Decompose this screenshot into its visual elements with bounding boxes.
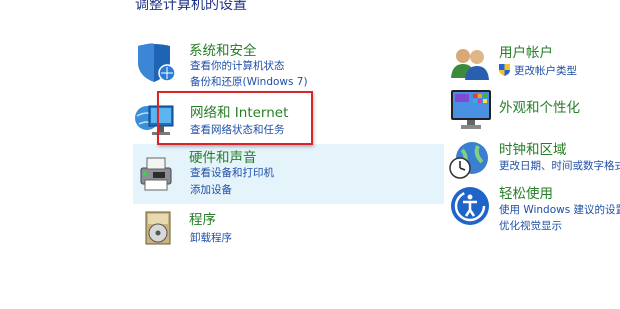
uac-shield-icon [499, 64, 510, 76]
page-title: 调整计算机的设置 [135, 0, 247, 13]
printer-icon [135, 152, 179, 196]
appearance-icon [449, 88, 493, 132]
users-icon [448, 42, 492, 86]
user-accounts-link-label: 更改帐户类型 [514, 65, 577, 77]
programs-icon [136, 206, 180, 250]
system-security-link-backup[interactable]: 备份和还原(Windows 7) [190, 74, 308, 89]
hardware-sound-title[interactable]: 硬件和声音 [189, 146, 257, 166]
programs-title[interactable]: 程序 [189, 208, 216, 228]
user-accounts-title[interactable]: 用户帐户 [499, 41, 553, 61]
programs-link-uninstall[interactable]: 卸载程序 [190, 230, 232, 245]
hardware-sound-link-add-device[interactable]: 添加设备 [190, 182, 232, 197]
ease-of-access-title[interactable]: 轻松使用 [499, 182, 553, 202]
ease-of-access-link-visual[interactable]: 优化视觉显示 [499, 218, 562, 233]
clock-globe-icon [448, 138, 492, 182]
clock-region-link-format[interactable]: 更改日期、时间或数字格式 [499, 158, 620, 173]
ease-of-access-link-settings[interactable]: 使用 Windows 建议的设置 [499, 202, 620, 217]
annotation-box [157, 91, 313, 145]
shield-icon [134, 40, 178, 84]
hover-highlight [133, 144, 444, 204]
system-security-link-status[interactable]: 查看你的计算机状态 [190, 58, 285, 73]
user-accounts-link-change-type[interactable]: 更改帐户类型 [499, 63, 577, 78]
ease-of-access-icon [448, 184, 492, 228]
clock-region-title[interactable]: 时钟和区域 [499, 138, 567, 158]
appearance-title[interactable]: 外观和个性化 [499, 96, 580, 116]
hardware-sound-link-devices[interactable]: 查看设备和打印机 [190, 165, 274, 180]
system-security-title[interactable]: 系统和安全 [189, 39, 257, 59]
